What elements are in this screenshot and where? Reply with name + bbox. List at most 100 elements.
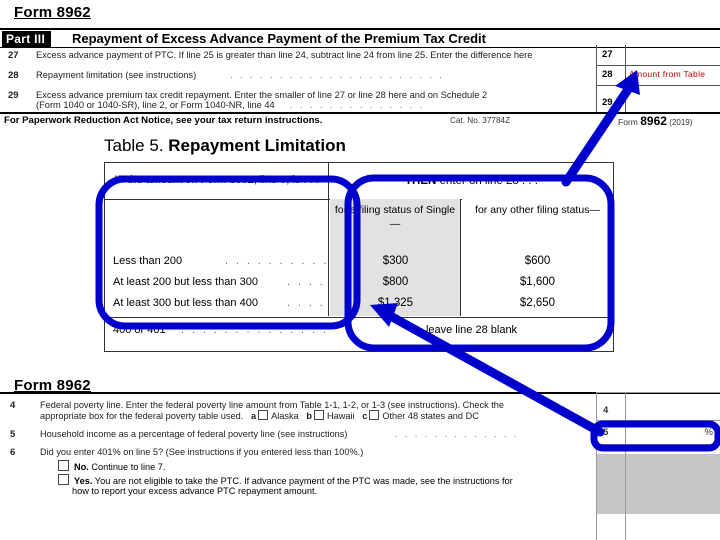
table-5-row-2-leader: . . . . <box>287 297 326 309</box>
form-8962-part-iii: Part III Repayment of Excess Advance Pay… <box>0 28 720 131</box>
table-5-grid: IF the amount on Form 8962, line 5, is .… <box>104 162 614 352</box>
table-5-title-lead: Table 5. <box>104 136 164 155</box>
line-6-option-no[interactable]: No. Continue to line 7. <box>58 460 165 472</box>
table-5-title-bold: Repayment Limitation <box>168 136 346 155</box>
table-5-final-result: leave line 28 blank <box>425 324 518 336</box>
percent-symbol: % <box>704 427 713 438</box>
amount-from-table-note: Amount from Table <box>629 69 706 79</box>
amount-cell-29-number: 29 <box>602 97 613 108</box>
option-yes-text: You are not eligible to take the PTC. If… <box>94 476 513 486</box>
cell-divider <box>625 85 626 112</box>
option-c-label: Other 48 states and DC <box>382 411 479 421</box>
table-5-final-row: 400 or 401 . . . . . . . . . . . . . . l… <box>105 317 613 353</box>
table-5-row-2-other: $2,650 <box>519 297 556 309</box>
cell-divider <box>625 65 626 85</box>
table-row: At least 200 but less than 300 . . . . <box>105 274 328 295</box>
amount-cell-29[interactable]: 29 <box>597 85 720 112</box>
amount-cell-4-number: 4 <box>603 405 609 416</box>
option-a-letter: a <box>250 411 257 421</box>
table-5-repayment-limitation: Table 5. Repayment Limitation IF the amo… <box>104 136 616 352</box>
catalog-number: Cat. No. 37784Z <box>450 116 511 125</box>
amount-cell-28[interactable]: 28 Amount from Table <box>597 65 720 86</box>
option-b-label: Hawaii <box>326 411 355 421</box>
form-year: (2019) <box>669 118 693 127</box>
table-5-final-condition: 400 or 401 <box>113 324 166 336</box>
table-5-row-1-single: $800 <box>382 276 409 288</box>
table-5-row-2-condition: At least 300 but less than 400 <box>113 297 258 309</box>
screenshot-canvas: Form 8962 Part III Repayment of Excess A… <box>0 0 720 540</box>
table-5-header-row: IF the amount on Form 8962, line 5, is .… <box>105 163 613 200</box>
table-row: At least 300 but less than 400 . . . . <box>105 295 328 316</box>
form-label: Form <box>618 117 638 127</box>
part-iii-tag: Part III <box>2 31 52 48</box>
checkbox-other-48-states[interactable] <box>369 410 380 420</box>
page-title-top: Form 8962 <box>14 4 91 21</box>
line-28-text: Repayment limitation (see instructions) <box>36 70 197 80</box>
table-5-row-0-condition: Less than 200 <box>113 255 183 267</box>
option-c-letter: c <box>362 411 368 421</box>
line-4-text2-prefix: appropriate box for the federal poverty … <box>40 411 244 421</box>
table-5-row-1-leader: . . . . <box>287 276 326 288</box>
line-27-text: Excess advance payment of PTC. If line 2… <box>36 50 533 60</box>
table-5-values-row-1: $800 $1,600 <box>330 274 613 295</box>
cell-divider <box>625 45 626 65</box>
cell-rule <box>597 392 720 393</box>
table-5-final-leader: . . . . . . . . . . . . . . <box>181 324 329 336</box>
amount-column-top: 27 28 Amount from Table 29 <box>596 45 720 112</box>
amount-cell-5[interactable]: 5 % <box>597 424 720 442</box>
table-5-if-header-text: IF the amount on Form 8962, line 5, is .… <box>114 174 319 187</box>
table-5-then-keyword: THEN <box>405 175 437 187</box>
line-29-leader: . . . . . . . . . . . . . . <box>290 100 425 110</box>
line-6-option-yes-cont: how to report your excess advance PTC re… <box>72 486 318 496</box>
line-6-option-yes[interactable]: Yes. You are not eligible to take the PT… <box>58 474 513 486</box>
table-5-values-row-0: $300 $600 <box>330 253 613 274</box>
option-yes-bold: Yes. <box>74 476 93 486</box>
table-5-then-rest: enter on line 28 . . . <box>439 175 538 187</box>
table-5-if-header: IF the amount on Form 8962, line 5, is .… <box>105 163 329 199</box>
table-5-row-2-single: $1,325 <box>377 297 414 309</box>
table-5-if-body: Less than 200 . . . . . . . . . . At lea… <box>105 199 329 316</box>
checkbox-alaska[interactable] <box>258 410 269 420</box>
form-8962-part-i: 4 Federal poverty line. Enter the federa… <box>0 392 720 540</box>
option-no-bold: No. <box>74 462 89 472</box>
table-5-row-1-condition: At least 200 but less than 300 <box>113 276 258 288</box>
option-b-letter: b <box>306 411 312 421</box>
line-4-number: 4 <box>10 400 16 411</box>
line-5-leader: . . . . . . . . . . . . . <box>395 429 519 439</box>
line-5-number: 5 <box>10 429 16 440</box>
line-6-text: Did you enter 401% on line 5? (See instr… <box>40 447 364 457</box>
amount-cell-4[interactable]: 4 <box>597 402 720 420</box>
line-28-number: 28 <box>8 70 19 81</box>
table-5-then-header: THEN enter on line 28 . . . <box>330 163 613 199</box>
line-5-text: Household income as a percentage of fede… <box>40 429 348 439</box>
line-27-number: 27 <box>8 50 19 61</box>
table-5-row-1-other: $1,600 <box>519 276 556 288</box>
line-29-text-cont: (Form 1040 or 1040-SR), line 2, or Form … <box>36 100 275 110</box>
cell-rule <box>597 444 720 445</box>
paperwork-reduction-notice: For Paperwork Reduction Act Notice, see … <box>4 115 323 126</box>
part-iii-title: Repayment of Excess Advance Payment of t… <box>72 31 486 46</box>
table-row: Less than 200 . . . . . . . . . . <box>105 253 328 274</box>
form-footer-rule <box>0 112 720 114</box>
option-no-text: Continue to line 7. <box>91 462 166 472</box>
option-a-label: Alaska <box>271 411 299 421</box>
amount-cell-5-number: 5 <box>603 427 609 438</box>
line-29-number: 29 <box>8 90 19 101</box>
checkbox-yes[interactable] <box>58 474 69 485</box>
amount-cell-27[interactable]: 27 <box>597 45 720 66</box>
table-5-row-0-other: $600 <box>524 255 551 267</box>
cell-rule <box>597 420 720 421</box>
amount-column-bottom: 4 5 % <box>596 392 720 540</box>
table-5-title: Table 5. Repayment Limitation <box>104 136 616 156</box>
line-4-text-cont: appropriate box for the federal poverty … <box>40 410 479 421</box>
table-5-row-0-single: $300 <box>382 255 409 267</box>
checkbox-no[interactable] <box>58 460 69 471</box>
table-5-values-row-2: $1,325 $2,650 <box>330 295 613 316</box>
table-5-row-0-leader: . . . . . . . . . . <box>225 255 329 267</box>
form-number: 8962 <box>640 114 667 128</box>
line-29-text: Excess advance premium tax credit repaym… <box>36 90 488 100</box>
line-28-leader: . . . . . . . . . . . . . . . . . . . . … <box>230 70 445 80</box>
checkbox-hawaii[interactable] <box>313 410 324 420</box>
amount-cell-28-number: 28 <box>602 69 613 80</box>
line-4-text: Federal poverty line. Enter the federal … <box>40 400 505 410</box>
